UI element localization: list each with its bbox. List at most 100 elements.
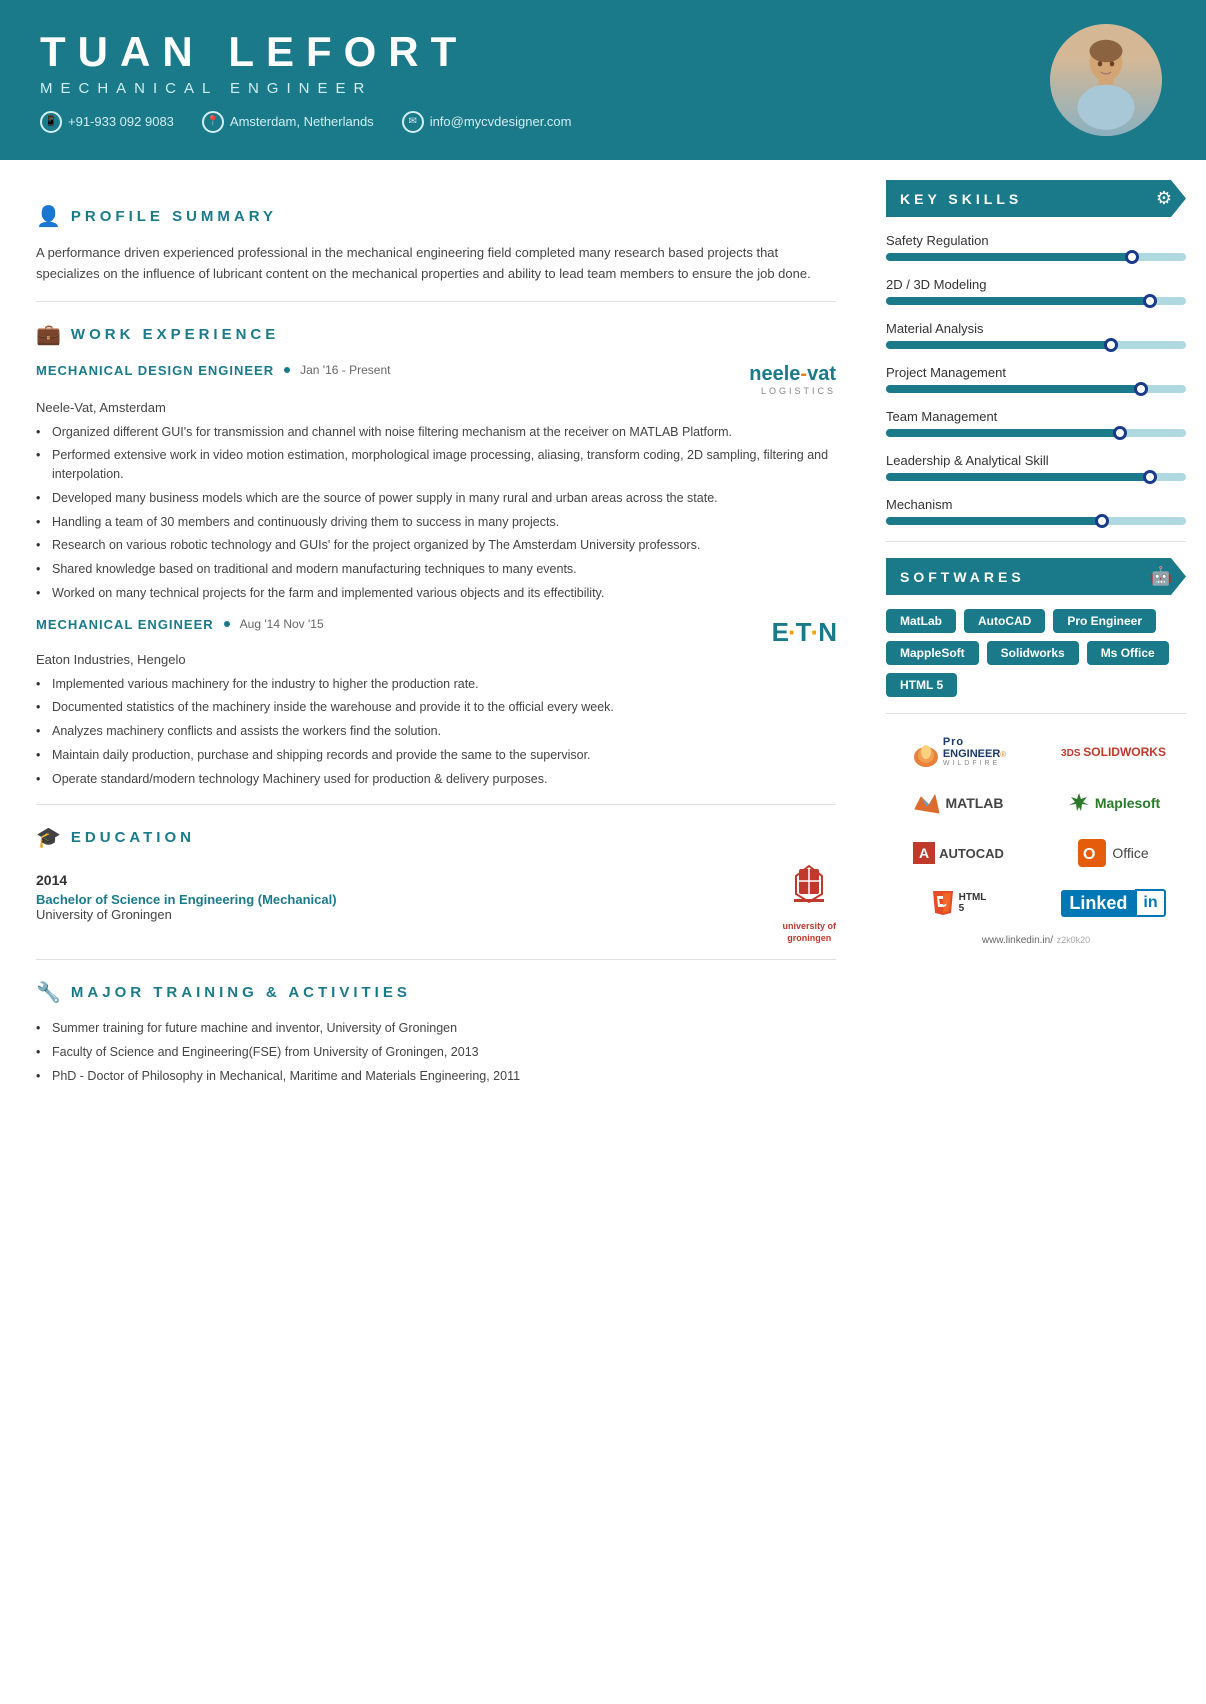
location-icon: 📍 — [202, 111, 224, 133]
office-icon-svg: O — [1078, 839, 1106, 867]
skill-name: Leadership & Analytical Skill — [886, 453, 1186, 468]
robot-icon: 🤖 — [1150, 566, 1172, 587]
email-contact: ✉ info@mycvdesigner.com — [402, 111, 572, 133]
autocad-a-icon: A — [913, 842, 935, 864]
skill-name: Mechanism — [886, 497, 1186, 512]
tag-html5: HTML 5 — [886, 673, 957, 697]
skill-bar — [886, 253, 1132, 261]
skill-safety-regulation: Safety Regulation — [886, 233, 1186, 261]
solidworks-logo: 3DS SOLIDWORKS — [1061, 744, 1166, 759]
maplesoft-logo: Maplesoft — [1067, 791, 1160, 815]
tag-ms-office: Ms Office — [1087, 641, 1169, 665]
location-text: Amsterdam, Netherlands — [230, 114, 374, 129]
phone-number: +91-933 092 9083 — [68, 114, 174, 129]
linkedin-logo-item: Linked in — [1041, 883, 1186, 923]
pro-eng-text: Pro ENGINEER® WILDFIRE — [943, 736, 1006, 767]
skill-name: 2D / 3D Modeling — [886, 277, 1186, 292]
pro-eng-brand-row: Pro ENGINEER® WILDFIRE — [911, 736, 1006, 767]
education-details: 2014 Bachelor of Science in Engineering … — [36, 864, 337, 922]
divider-right-2 — [886, 713, 1186, 714]
tag-mapplesoft: MappleSoft — [886, 641, 979, 665]
sw-brand: SOLIDWORKS — [1083, 745, 1166, 759]
profile-photo — [1046, 20, 1166, 140]
matlab-icon — [913, 789, 941, 817]
bullet-item: Implemented various machinery for the in… — [36, 675, 836, 694]
job-2-date: Aug '14 Nov '15 — [240, 617, 324, 631]
tag-matlab: MatLab — [886, 609, 956, 633]
right-column: KEY SKILLS ⚙ Safety Regulation 2D / 3D M… — [866, 160, 1206, 1115]
location-contact: 📍 Amsterdam, Netherlands — [202, 111, 374, 133]
linkedin-logo: Linked in — [1061, 889, 1165, 917]
skills-header: KEY SKILLS ⚙ — [886, 180, 1186, 217]
neele-vat-sub: LOGISTICS — [749, 386, 836, 396]
skill-bar-container — [886, 429, 1186, 437]
skill-bar — [886, 341, 1111, 349]
skill-bar-container — [886, 297, 1186, 305]
matlab-logo: MATLAB — [913, 789, 1003, 817]
wildfire-text: WILDFIRE — [943, 760, 1006, 767]
maplesoft-logo-item: Maplesoft — [1041, 783, 1186, 823]
bullet-item: Maintain daily production, purchase and … — [36, 746, 836, 765]
bullet-item: Research on various robotic technology a… — [36, 536, 836, 555]
edu-institution: University of Groningen — [36, 907, 337, 922]
tag-solidworks: Solidworks — [987, 641, 1079, 665]
skill-bar — [886, 517, 1102, 525]
divider-right-1 — [886, 541, 1186, 542]
skill-name: Team Management — [886, 409, 1186, 424]
autocad-text: AUTOCAD — [939, 846, 1004, 861]
skill-dot — [1143, 294, 1157, 308]
skills-header-title: KEY SKILLS — [900, 191, 1022, 207]
autocad-logo-item: A AUTOCAD — [886, 833, 1031, 873]
bullet-item: Developed many business models which are… — [36, 489, 836, 508]
bullet-item: Analyzes machinery conflicts and assists… — [36, 722, 836, 741]
skill-dot — [1104, 338, 1118, 352]
job-2-dot — [224, 621, 230, 627]
work-section-title: WORK EXPERIENCE — [71, 326, 279, 343]
training-section-title: MAJOR TRAINING & ACTIVITIES — [71, 984, 411, 1001]
job-1-title-row: MECHANICAL DESIGN ENGINEER Jan '16 - Pre… — [36, 363, 390, 378]
skill-mechanism: Mechanism — [886, 497, 1186, 525]
in-text: in — [1135, 889, 1165, 917]
skill-bar-container — [886, 253, 1186, 261]
uni-city: groningen — [787, 933, 831, 943]
education-icon: 🎓 — [36, 825, 61, 850]
neele-vat-logo: neele-vat LOGISTICS — [749, 363, 836, 396]
job-1-company: Neele-Vat, Amsterdam — [36, 400, 836, 415]
phone-contact: 📱 +91-933 092 9083 — [40, 111, 174, 133]
job-2-title-block: MECHANICAL ENGINEER Aug '14 Nov '15 — [36, 617, 324, 632]
linked-text: Linked — [1061, 890, 1135, 917]
pro-engineer-logo: Pro ENGINEER® WILDFIRE — [911, 736, 1006, 767]
office-logo: O Office — [1078, 839, 1148, 867]
training-item: Faculty of Science and Engineering(FSE) … — [36, 1043, 836, 1062]
skill-dot — [1125, 250, 1139, 264]
skill-bar — [886, 297, 1150, 305]
skill-dot — [1095, 514, 1109, 528]
skill-dot — [1143, 470, 1157, 484]
candidate-title: MECHANICAL ENGINEER — [40, 80, 1046, 97]
edu-year: 2014 — [36, 872, 337, 888]
skill-bar — [886, 473, 1150, 481]
skill-bar-container — [886, 517, 1186, 525]
divider-3 — [36, 959, 836, 960]
uni-name: university of — [782, 921, 836, 931]
bullet-item: Documented statistics of the machinery i… — [36, 698, 836, 717]
job-2-title: MECHANICAL ENGINEER — [36, 617, 214, 632]
software-tags: MatLab AutoCAD Pro Engineer MappleSoft S… — [886, 609, 1186, 697]
matlab-logo-item: MATLAB — [886, 783, 1031, 823]
maplesoft-text: Maplesoft — [1095, 795, 1160, 811]
pro-engineer-logo-item: Pro ENGINEER® WILDFIRE — [886, 730, 1031, 773]
html5-logo: HTML5 — [931, 889, 987, 917]
uni-crest-svg — [784, 864, 834, 919]
logos-grid: Pro ENGINEER® WILDFIRE 3DS SOLIDWORKS — [886, 730, 1186, 923]
divider-1 — [36, 301, 836, 302]
photo-placeholder — [1050, 24, 1162, 136]
training-bullets: Summer training for future machine and i… — [36, 1019, 836, 1085]
matlab-text: MATLAB — [945, 795, 1003, 811]
skill-name: Material Analysis — [886, 321, 1186, 336]
work-icon: 💼 — [36, 322, 61, 347]
edu-degree: Bachelor of Science in Engineering (Mech… — [36, 892, 337, 907]
pro-eng-flame — [911, 737, 941, 767]
university-logo: university of groningen — [782, 864, 836, 943]
job-2-header: MECHANICAL ENGINEER Aug '14 Nov '15 E·T·… — [36, 617, 836, 648]
person-silhouette — [1061, 26, 1151, 136]
